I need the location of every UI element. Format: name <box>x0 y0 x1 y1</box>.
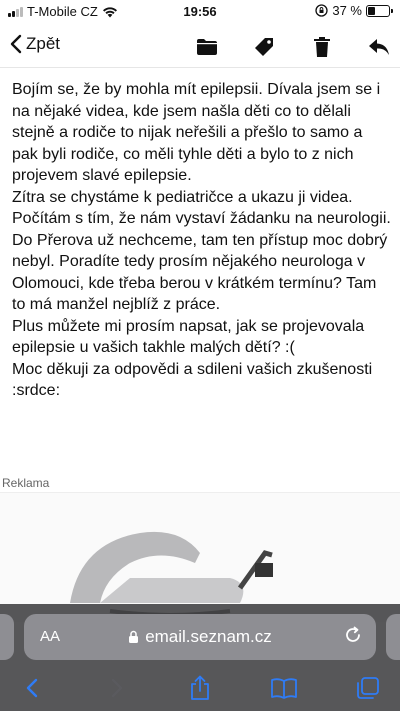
tabs-icon <box>357 677 379 699</box>
tag-icon[interactable] <box>250 34 278 60</box>
back-button[interactable]: Zpět <box>10 34 60 54</box>
chevron-left-icon <box>26 678 38 698</box>
reload-button[interactable] <box>344 626 362 649</box>
status-bar: T-Mobile CZ 19:56 37 % <box>0 0 400 24</box>
chevron-left-icon <box>10 34 22 54</box>
lock-icon <box>129 630 139 643</box>
browser-nav-row <box>0 668 400 708</box>
battery-icon <box>366 4 393 17</box>
tabs-button[interactable] <box>352 674 384 702</box>
share-icon <box>191 675 209 700</box>
mail-toolbar: Zpět <box>0 26 400 68</box>
bookmarks-button[interactable] <box>268 674 300 702</box>
trash-icon[interactable] <box>308 34 336 60</box>
next-tab-edge[interactable] <box>386 614 400 660</box>
orientation-lock-icon <box>315 4 329 17</box>
book-icon <box>271 678 297 699</box>
browser-back-button[interactable] <box>16 674 48 702</box>
url-text: email.seznam.cz <box>145 627 272 646</box>
ad-banner[interactable] <box>0 492 400 622</box>
browser-forward-button[interactable] <box>101 674 133 702</box>
ad-label: Reklama <box>2 476 50 490</box>
message-body: Bojím se, že by mohla mít epilepsii. Dív… <box>12 81 391 399</box>
chevron-right-icon <box>111 678 123 698</box>
browser-bottom-bar: AA email.seznam.cz <box>0 604 400 711</box>
reply-icon[interactable] <box>365 34 393 60</box>
reload-icon <box>346 626 360 642</box>
address-bar[interactable]: AA email.seznam.cz <box>24 614 376 660</box>
url-display: email.seznam.cz <box>24 627 376 647</box>
status-right: 37 % <box>315 3 393 18</box>
previous-tab-edge[interactable] <box>0 614 14 660</box>
share-button[interactable] <box>184 674 216 702</box>
message-content: Bojím se, že by mohla mít epilepsii. Dív… <box>12 64 392 402</box>
back-label: Zpět <box>26 34 61 53</box>
stroller-image <box>70 531 273 617</box>
battery-percent: 37 % <box>332 3 362 18</box>
folder-icon[interactable] <box>193 34 221 60</box>
